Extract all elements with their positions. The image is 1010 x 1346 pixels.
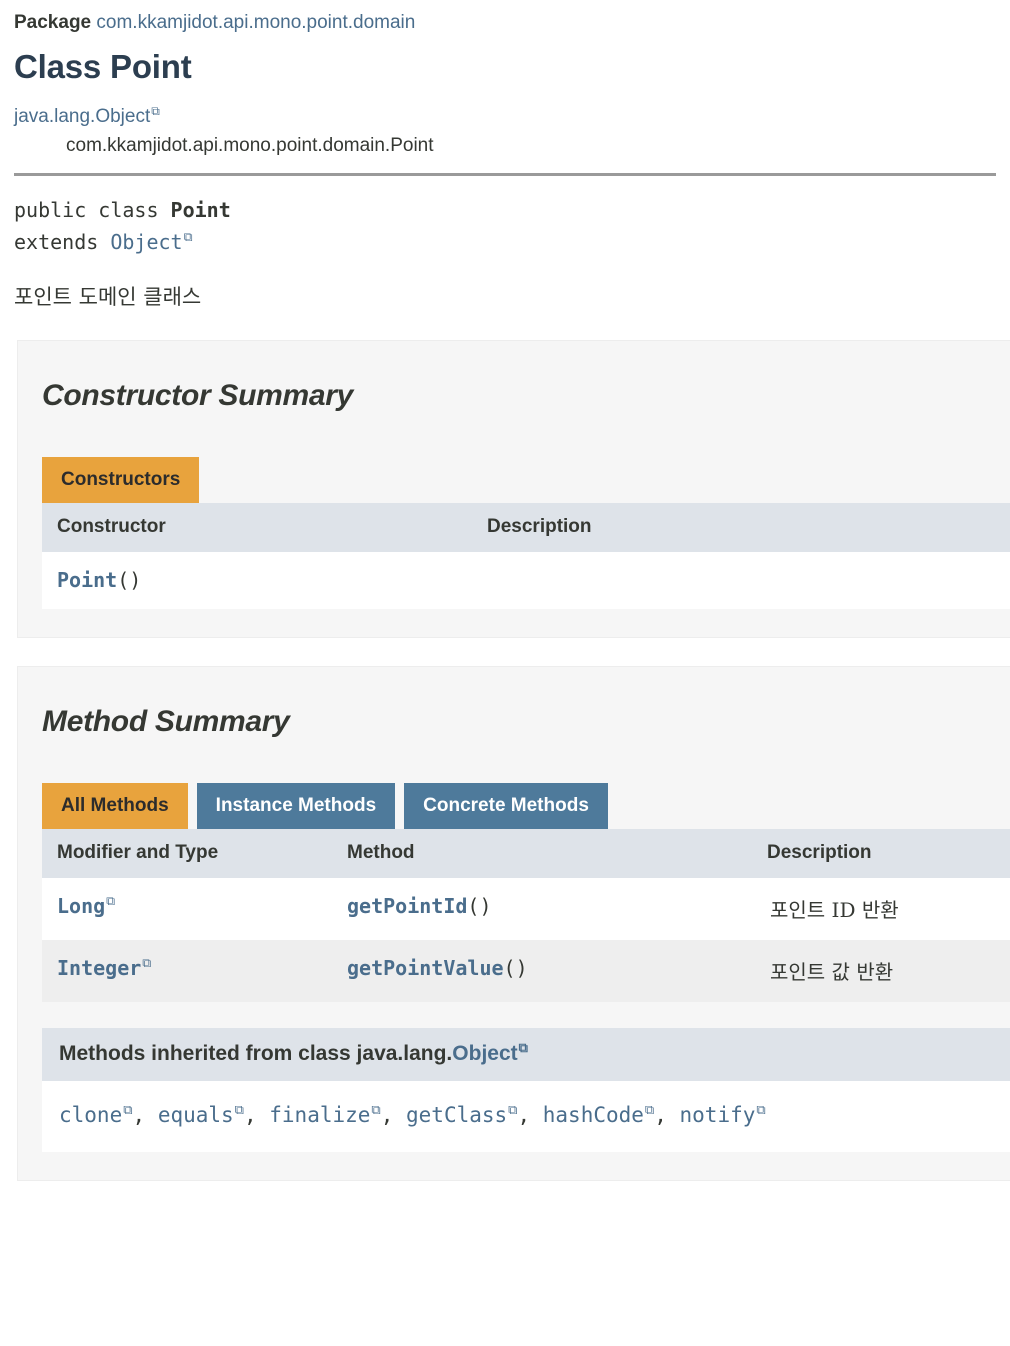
external-link-icon: ⧉ — [106, 893, 116, 909]
superclass-link[interactable]: java.lang.Object — [14, 106, 150, 127]
constructor-link[interactable]: Point — [57, 568, 117, 592]
column-header-constructor: Constructor — [42, 503, 472, 552]
method-type-cell: Integer⧉ — [42, 940, 332, 1002]
extends-keyword: extends — [14, 230, 111, 254]
tab-constructors[interactable]: Constructors — [42, 457, 200, 503]
inheritance-parent: java.lang.Object⧉ — [14, 102, 1010, 131]
breadcrumb: Package com.kkamjidot.api.mono.point.dom… — [14, 10, 1010, 36]
declaration-modifiers: public class — [14, 198, 171, 222]
package-link[interactable]: com.kkamjidot.api.mono.point.domain — [96, 12, 415, 33]
constructor-cell: Point() — [42, 552, 472, 609]
constructor-description-cell — [472, 552, 1010, 609]
inheritance-self: com.kkamjidot.api.mono.point.domain.Poin… — [66, 135, 434, 156]
class-description: 포인트 도메인 클래스 — [14, 285, 202, 309]
declaration-line-1: public class Point — [14, 194, 1010, 226]
method-table: Modifier and Type Method Description Lon… — [42, 829, 1010, 1002]
column-header-modifier-and-type: Modifier and Type — [42, 829, 332, 878]
inheritance-tree: java.lang.Object⧉ com.kkamjidot.api.mono… — [14, 102, 1010, 160]
external-link-icon: ⧉ — [756, 1103, 766, 1118]
inherited-superclass-link[interactable]: Object — [452, 1042, 517, 1065]
column-header-description: Description — [472, 503, 1010, 552]
method-signature: () — [467, 894, 492, 918]
constructor-table-header-row: Constructor Description — [42, 503, 1010, 552]
method-return-type-link[interactable]: Integer — [57, 956, 141, 980]
inherited-method-link[interactable]: notify — [680, 1103, 756, 1127]
table-row: Point() — [42, 552, 1010, 609]
method-tab-strip: All Methods Instance Methods Concrete Me… — [18, 739, 1010, 829]
inherited-method-link[interactable]: hashCode — [543, 1103, 644, 1127]
package-label: Package — [14, 12, 92, 33]
method-name-cell: getPointId() — [332, 878, 752, 940]
inherited-heading-text: Methods inherited from class java.lang. — [59, 1042, 453, 1065]
declaration-class-name: Point — [170, 198, 231, 222]
class-declaration: public class Point extends Object⧉ — [0, 176, 1010, 258]
constructor-summary-panel: Constructor Summary Constructors Constru… — [17, 340, 1010, 638]
external-link-icon: ⧉ — [234, 1103, 244, 1118]
method-table-header-row: Modifier and Type Method Description — [42, 829, 1010, 878]
table-row: Integer⧉ getPointValue() 포인트 값 반환 — [42, 940, 1010, 1002]
page-title: Class Point — [14, 48, 192, 85]
tab-all-methods[interactable]: All Methods — [42, 783, 188, 829]
method-link[interactable]: getPointId — [347, 894, 467, 918]
method-type-cell: Long⧉ — [42, 878, 332, 940]
inherited-method-link[interactable]: finalize — [269, 1103, 370, 1127]
inherited-methods-heading: Methods inherited from class java.lang.O… — [42, 1028, 1010, 1081]
inherited-method-link[interactable]: equals — [158, 1103, 234, 1127]
method-description-cell: 포인트 값 반환 — [752, 940, 1010, 1002]
inherited-methods-list: clone⧉, equals⧉, finalize⧉, getClass⧉, h… — [42, 1081, 1010, 1152]
constructor-table: Constructor Description Point() — [42, 503, 1010, 609]
table-row: Long⧉ getPointId() 포인트 ID 반환 — [42, 878, 1010, 940]
method-summary-title: Method Summary — [42, 705, 290, 738]
external-link-icon: ⧉ — [183, 229, 193, 245]
tab-instance-methods[interactable]: Instance Methods — [196, 783, 396, 829]
column-header-description: Description — [752, 829, 1010, 878]
constructor-summary-title: Constructor Summary — [42, 379, 354, 412]
method-summary-panel: Method Summary All Methods Instance Meth… — [17, 666, 1010, 1181]
page-header: Package com.kkamjidot.api.mono.point.dom… — [0, 0, 1010, 176]
external-link-icon: ⧉ — [142, 955, 152, 971]
method-link[interactable]: getPointValue — [347, 956, 504, 980]
external-link-icon: ⧉ — [508, 1103, 518, 1118]
inherited-method-link[interactable]: getClass — [406, 1103, 507, 1127]
external-link-icon: ⧉ — [371, 1103, 381, 1118]
constructor-tab-strip: Constructors — [18, 413, 1010, 503]
column-header-method: Method — [332, 829, 752, 878]
constructor-signature: () — [117, 568, 142, 592]
inherited-methods-section: Methods inherited from class java.lang.O… — [42, 1028, 1010, 1152]
declaration-line-2: extends Object⧉ — [14, 226, 1010, 258]
method-return-type-link[interactable]: Long — [57, 894, 105, 918]
tab-concrete-methods[interactable]: Concrete Methods — [404, 783, 608, 829]
external-link-icon: ⧉ — [644, 1103, 655, 1118]
external-link-icon: ⧉ — [151, 103, 160, 118]
declaration-superclass-link[interactable]: Object — [110, 230, 182, 254]
external-link-icon: ⧉ — [518, 1041, 528, 1056]
method-signature: () — [503, 956, 528, 980]
inherited-method-link[interactable]: clone — [59, 1103, 122, 1127]
method-name-cell: getPointValue() — [332, 940, 752, 1002]
external-link-icon: ⧉ — [123, 1103, 133, 1118]
method-description-cell: 포인트 ID 반환 — [752, 878, 1010, 940]
